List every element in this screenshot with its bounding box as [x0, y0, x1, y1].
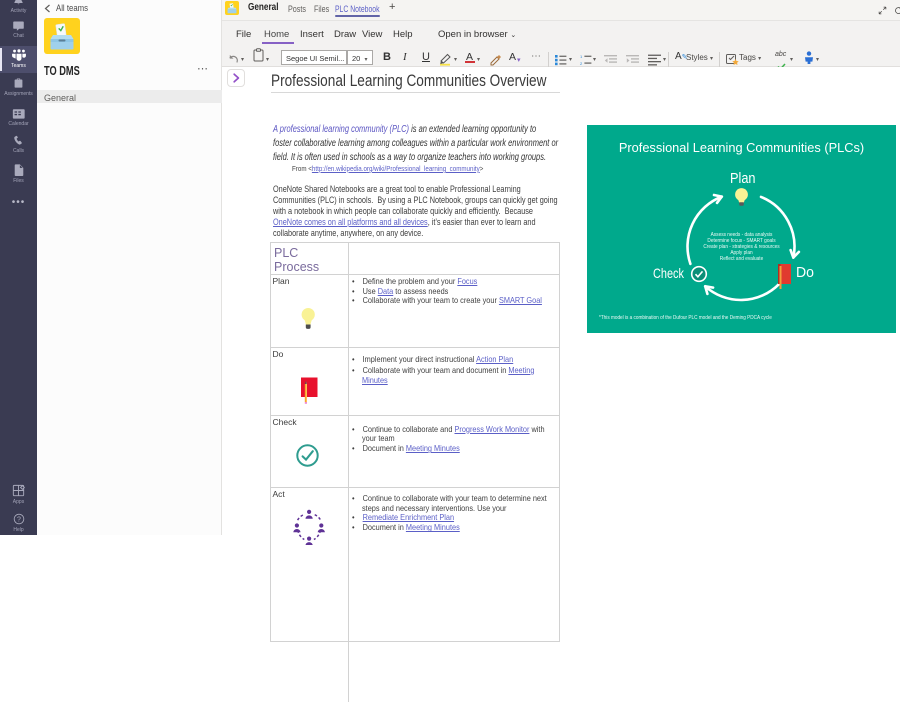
svg-text:2: 2 [580, 61, 583, 66]
svg-text:1: 1 [580, 54, 583, 59]
svg-text:?: ? [17, 517, 21, 524]
